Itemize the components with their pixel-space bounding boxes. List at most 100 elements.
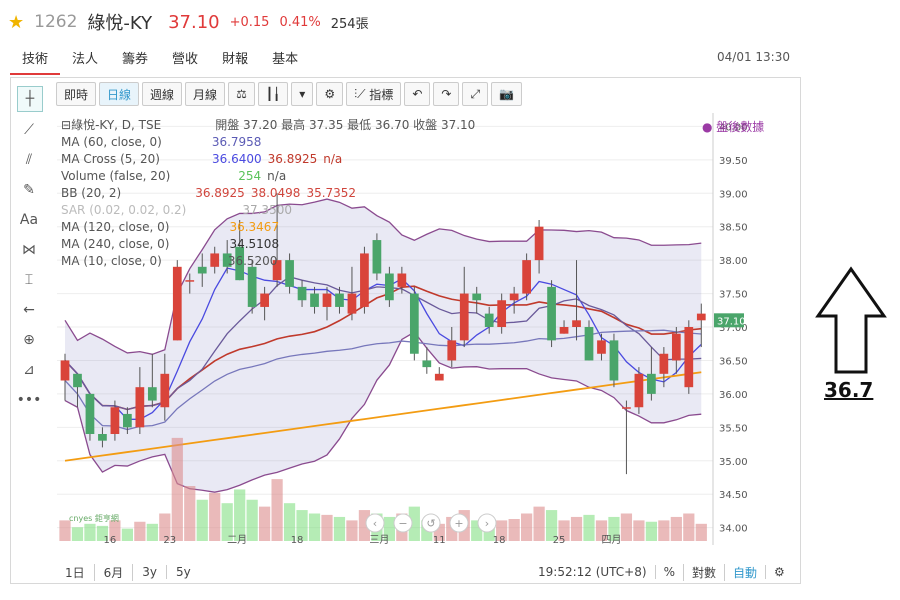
volume-bar [570,516,583,541]
legend-row: BB (20, 2) 36.8925 38.0498 35.7352 [61,185,475,202]
range-3y[interactable]: 3y [133,565,168,579]
candle-body [60,360,70,381]
legend-value: 34.5108 [229,237,280,251]
volume-bar [321,514,333,541]
annotation-value: 36.7 [824,378,874,402]
legend-value: 38.0498 [250,186,301,200]
candle-body [447,340,457,361]
compare-icon[interactable]: ⚖ [228,82,255,106]
legend-label: SAR (0.02, 0.02, 0.2) [61,203,187,217]
candle-body [459,293,469,341]
realtime-button[interactable]: 即時 [56,82,97,106]
volume-bar [271,479,283,541]
trendline-icon[interactable]: ⟋ [17,118,41,142]
reset-icon-glyph: ↺ [426,517,435,530]
daily-button[interactable]: 日線 [99,82,140,106]
tab-institutional[interactable]: 法人 [60,44,110,75]
candle-body [310,293,319,307]
volume-bar [521,513,533,541]
tab-revenue[interactable]: 營收 [160,44,210,75]
volume-bar [645,521,657,541]
tab-margin[interactable]: 籌券 [110,44,160,75]
volume-text: 254張 [330,16,369,32]
fullscreen-icon[interactable]: ⤢ [462,82,489,106]
pattern-icon[interactable]: ⋈ [17,238,41,262]
star-icon[interactable]: ★ [8,12,24,33]
range-6m[interactable]: 6月 [95,563,134,581]
candle-body [409,293,419,354]
percent-toggle[interactable]: % [654,565,683,579]
price-change-pct: 0.41% [279,14,321,30]
candle-body [185,280,195,282]
candle-body [671,333,681,361]
legend-label: MA (60, close, 0) [61,135,162,149]
candle-body [397,273,407,287]
legend-value: 36.3467 [229,220,280,234]
monthly-button[interactable]: 月線 [185,82,226,106]
crosshair-icon[interactable]: ┼ [17,86,43,112]
stock-price: 37.10 [168,11,220,33]
candle-type-icon[interactable]: ┃╽ [257,82,289,106]
weekly-button[interactable]: 週線 [142,82,183,106]
log-toggle[interactable]: 對數 [682,563,724,581]
x-tick-label: 11 [433,535,446,545]
stock-name: 綠悅-KY [87,13,153,34]
volume-bar [71,527,84,541]
volume-bar [670,516,682,541]
candle-body [73,373,82,388]
after-hours-link[interactable]: ● 盤後數據 [702,118,764,135]
legend-value: 36.6400 [211,152,262,166]
range-1d[interactable]: 1日 [56,563,95,581]
candle-body [85,393,95,434]
indicator-label: 指標 [369,87,394,102]
candle-body [322,293,332,307]
more-icon[interactable]: ••• [17,388,42,412]
chevron-down-icon[interactable]: ▾ [291,82,314,106]
back-arrow-icon[interactable]: ← [17,298,41,322]
measure-icon[interactable]: ⌶ [17,268,41,292]
redo-icon[interactable]: ↷ [433,82,460,106]
candle-body [584,327,594,361]
candle-body [659,353,669,374]
x-tick-label: 四月 [601,534,621,545]
legend-value: 37.3500 [242,203,292,217]
legend-value: 36.7958 [211,135,262,149]
price-tick-label: 38.00 [719,256,748,267]
candle-body [335,293,344,307]
ruler-icon[interactable]: ⊿ [17,358,41,382]
camera-icon[interactable]: 📷 [491,82,522,106]
settings-gear-icon[interactable]: ⚙ [765,565,793,579]
text-icon[interactable]: Aa [17,208,41,232]
undo-icon[interactable]: ↶ [404,82,431,106]
tab-financials[interactable]: 財報 [210,44,260,75]
fib-icon[interactable]: ⫽ [17,148,41,172]
zoom-icon[interactable]: ⊕ [17,328,41,352]
volume-bar [134,521,146,541]
candle-body [647,373,656,394]
range-bar: 1日 6月 3y 5y [56,561,200,583]
price-tick-label: 35.00 [719,457,748,468]
auto-toggle[interactable]: 自動 [723,563,765,581]
candle-body [522,260,531,294]
range-5y[interactable]: 5y [167,565,200,579]
x-tick-label: 18 [493,535,506,545]
volume-bar [695,523,707,541]
legend-row: SAR (0.02, 0.02, 0.2) 37.3500 [61,202,475,219]
candle-body [172,266,182,341]
indicator-legend: ⊟ 綠悅-KY, D, TSE 開盤 37.20 最高 37.35 最低 36.… [61,117,475,270]
price-tick-label: 39.50 [719,156,748,167]
candle-body [609,340,619,381]
volume-bar [196,499,208,541]
settings-gear-icon[interactable]: ⚙ [316,82,344,106]
volume-bar [146,523,158,541]
tab-basic[interactable]: 基本 [260,44,310,75]
scroll-right-icon-glyph: › [485,517,489,530]
indicator-button[interactable]: ⫶⟋ 指標 [346,82,402,106]
candle-body [135,387,145,428]
volume-bar [259,506,271,541]
tab-technical[interactable]: 技術 [10,44,61,75]
nav-tabs: 技術 法人 籌券 營收 財報 基本 [10,44,310,75]
volume-bar [59,520,71,541]
brush-icon[interactable]: ✎ [17,178,41,202]
price-tick-label: 38.50 [719,223,748,234]
